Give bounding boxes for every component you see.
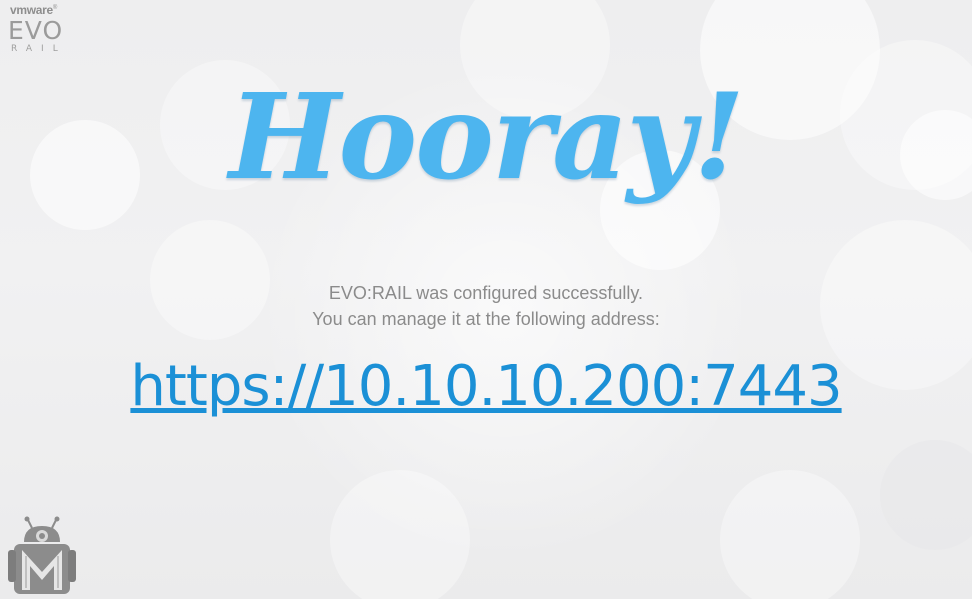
success-message: EVO:RAIL was configured successfully. (328, 283, 644, 303)
rail-wordmark: RAIL (11, 44, 67, 54)
robot-icon (8, 516, 76, 594)
evo-wordmark: EVO (8, 16, 64, 45)
vmware-evo-rail-logo: vmware® EVO RAIL (8, 4, 78, 54)
vmware-wordmark: vmware® (10, 3, 58, 17)
success-headline: Hooray! (229, 67, 745, 206)
address-instruction: You can manage it at the following addre… (312, 309, 660, 329)
management-url-link[interactable]: https://10.10.10.200:7443 (0, 356, 972, 418)
